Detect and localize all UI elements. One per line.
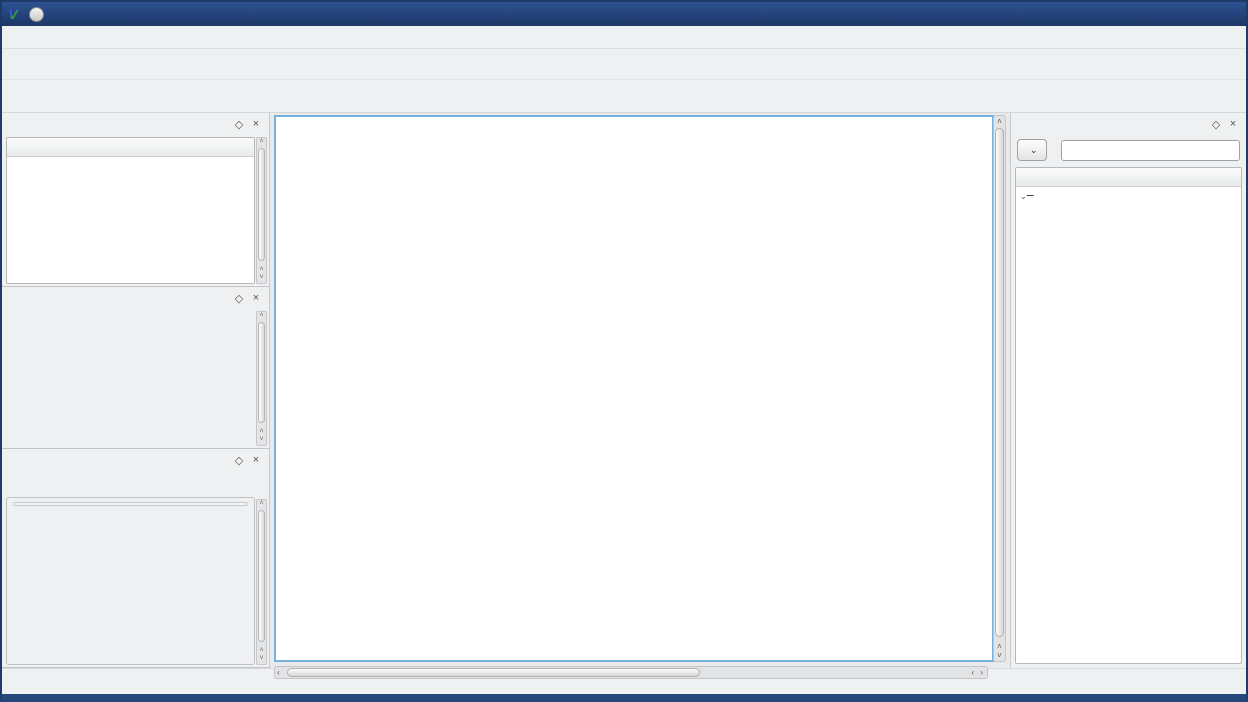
data-panel: ◇ × ⌄ ⌄– (1010, 113, 1246, 668)
titlebar: V (2, 2, 1246, 26)
plot-canvas[interactable] (274, 115, 994, 662)
widget-tree (6, 137, 255, 284)
group-button[interactable]: ⌄ (1017, 139, 1047, 161)
veusz-logo-icon: V (8, 6, 18, 23)
editing-scrollbar[interactable]: ˄˄˅ (256, 137, 267, 284)
left-dock: ◇ × ˄˄˅ ◇ (2, 113, 270, 668)
horizontal-scrollbar[interactable]: ‹‹ › (274, 666, 988, 679)
close-panel-icon[interactable]: × (1226, 118, 1240, 130)
figure (276, 117, 992, 660)
toolbar-main (2, 49, 1246, 80)
window-menu-button[interactable] (29, 7, 44, 22)
formatting-scrollbar[interactable]: ˄˄˅ (256, 499, 267, 665)
toolbar-widgets (2, 80, 1246, 113)
dataset-table: ⌄– (1015, 167, 1242, 664)
properties-panel: ◇ × ˄˄˅ (2, 287, 269, 449)
plot-area: ˄˄˅ ‹‹ › (270, 113, 1010, 668)
float-panel-icon[interactable]: ◇ (232, 292, 246, 305)
properties-scrollbar[interactable]: ˄˄˅ (256, 311, 267, 446)
menubar (2, 26, 1246, 49)
filter-input[interactable] (1061, 140, 1240, 161)
float-panel-icon[interactable]: ◇ (232, 118, 246, 131)
vertical-scrollbar[interactable]: ˄˄˅ (993, 115, 1006, 662)
formatting-panel: ◇ × ˄˄˅ (2, 449, 269, 668)
dataset-root-row[interactable]: ⌄– (1016, 187, 1241, 202)
float-panel-icon[interactable]: ◇ (1209, 118, 1223, 131)
formatting-section-label (13, 502, 248, 506)
veusz-window: V ◇ × (0, 0, 1248, 702)
chevron-down-icon: ⌄ (1030, 145, 1038, 156)
editing-panel: ◇ × ˄˄˅ (2, 113, 269, 287)
close-panel-icon[interactable]: × (249, 454, 263, 466)
formatting-groupbox (6, 497, 255, 665)
close-panel-icon[interactable]: × (249, 292, 263, 304)
float-panel-icon[interactable]: ◇ (232, 454, 246, 467)
close-panel-icon[interactable]: × (249, 118, 263, 130)
formatting-tabs (2, 471, 269, 497)
